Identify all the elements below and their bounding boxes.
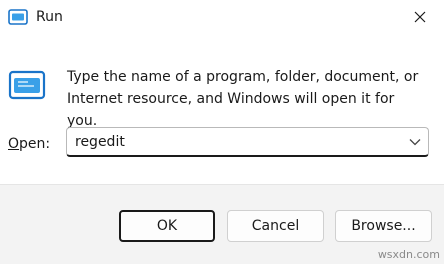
button-footer: OK Cancel Browse... wsxdn.com <box>0 184 444 264</box>
window-title: Run <box>36 9 63 25</box>
cancel-button[interactable]: Cancel <box>227 210 324 242</box>
open-input[interactable] <box>75 128 395 156</box>
open-label-accelerator: O <box>8 136 20 152</box>
watermark: wsxdn.com <box>377 248 440 261</box>
description-line-2: Internet resource, and Windows will open… <box>67 91 395 129</box>
open-label-text: pen: <box>19 136 51 152</box>
close-icon <box>414 8 426 27</box>
title-bar: Run <box>0 0 444 32</box>
description-line-1: Type the name of a program, folder, docu… <box>67 69 419 85</box>
dialog-description: Type the name of a program, folder, docu… <box>67 66 427 132</box>
open-label: Open: <box>8 135 50 153</box>
run-dialog: Run Type the name of a program, folder, … <box>0 0 444 264</box>
chevron-down-icon[interactable] <box>408 135 422 149</box>
run-app-icon <box>8 9 28 25</box>
run-app-icon <box>8 68 48 102</box>
close-button[interactable] <box>408 6 432 28</box>
browse-button[interactable]: Browse... <box>335 210 432 242</box>
ok-button[interactable]: OK <box>119 210 215 242</box>
open-combobox[interactable] <box>66 127 429 157</box>
